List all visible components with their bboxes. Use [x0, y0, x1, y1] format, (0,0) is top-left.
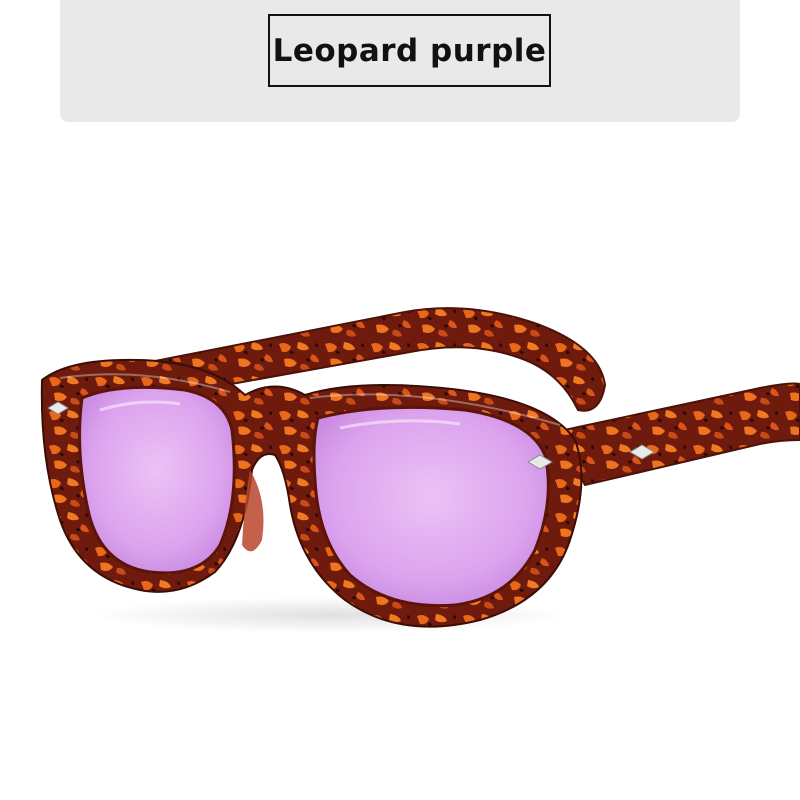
right-lens	[312, 405, 550, 608]
left-lens	[78, 385, 236, 575]
sunglasses-product-image	[40, 307, 800, 633]
